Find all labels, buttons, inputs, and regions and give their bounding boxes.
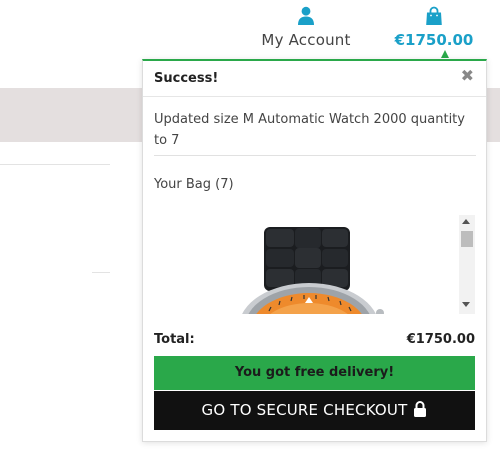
popup-title: Success! xyxy=(154,71,219,86)
divider xyxy=(154,155,476,156)
secure-checkout-button[interactable]: GO TO SECURE CHECKOUT xyxy=(154,391,475,430)
bag-title: Your Bag (7) xyxy=(154,177,234,192)
divider xyxy=(92,272,110,273)
popup-pointer xyxy=(441,50,449,58)
user-icon xyxy=(298,6,314,25)
scrollbar[interactable] xyxy=(459,215,475,314)
bag-item-list[interactable] xyxy=(154,215,475,314)
product-image xyxy=(242,227,384,314)
scroll-thumb[interactable] xyxy=(461,231,473,247)
total-row: Total: €1750.00 xyxy=(154,332,475,350)
total-value: €1750.00 xyxy=(406,332,475,347)
lock-icon xyxy=(414,401,427,417)
free-delivery-banner: You got free delivery! xyxy=(154,356,475,390)
scroll-down-icon[interactable] xyxy=(462,302,470,307)
my-account-link[interactable]: My Account xyxy=(256,4,356,49)
divider xyxy=(0,164,110,165)
total-label: Total: xyxy=(154,332,195,347)
bag-total: €1750.00 xyxy=(394,31,474,49)
shopping-bag-icon xyxy=(426,6,442,25)
close-icon[interactable]: ✖ xyxy=(461,67,474,85)
success-message: Updated size M Automatic Watch 2000 quan… xyxy=(154,112,465,148)
scroll-up-icon[interactable] xyxy=(462,219,470,224)
mini-cart-popup: Success! ✖ Updated size M Automatic Watc… xyxy=(142,59,487,442)
shopping-bag-link[interactable]: €1750.00 xyxy=(392,4,476,49)
popup-header: Success! ✖ xyxy=(143,61,486,97)
checkout-label: GO TO SECURE CHECKOUT xyxy=(201,401,408,419)
my-account-label: My Account xyxy=(261,31,351,49)
page: My Account €1750.00 Success! ✖ Updated s… xyxy=(0,0,500,455)
